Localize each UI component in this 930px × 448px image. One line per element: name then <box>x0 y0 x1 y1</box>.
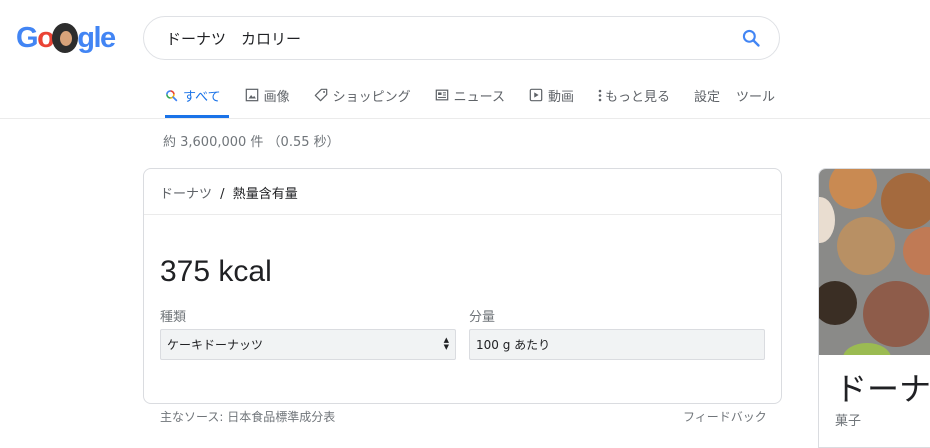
search-box[interactable]: ドーナツ カロリー <box>143 16 780 60</box>
breadcrumb: ドーナツ / 熱量含有量 <box>160 183 298 202</box>
donut-shape <box>837 217 895 275</box>
donut-shape <box>863 281 929 347</box>
donut-photo[interactable] <box>819 169 930 355</box>
search-input[interactable]: ドーナツ カロリー <box>166 28 729 49</box>
tab-label: 画像 <box>263 89 290 105</box>
tab-news[interactable]: ニュース <box>435 80 505 110</box>
search-tabs: すべて 画像 ショッピング ニュース 動画 もっと見る 設定 ツール <box>165 80 791 118</box>
more-vert-icon <box>598 89 602 102</box>
result-stats: 約 3,600,000 件 （0.55 秒） <box>163 135 340 150</box>
knowledge-panel: ドーナツ 菓子 <box>818 168 930 448</box>
breadcrumb-separator: / <box>220 187 225 202</box>
tab-tools[interactable]: ツール <box>736 80 775 110</box>
tab-label: すべて <box>183 89 221 105</box>
search-button[interactable] <box>729 16 773 60</box>
doodle-portrait-icon <box>52 23 79 53</box>
tab-label: ショッピング <box>332 89 411 105</box>
tag-icon <box>314 88 328 102</box>
donut-shape <box>829 169 877 209</box>
donut-shape <box>819 197 835 243</box>
tab-settings[interactable]: 設定 <box>694 80 720 110</box>
card-divider <box>144 214 781 215</box>
logo-letter-o: o <box>37 22 55 54</box>
panel-subtitle: 菓子 <box>835 414 862 429</box>
amount-value: 100 g あたり <box>476 338 551 352</box>
header-divider <box>0 118 930 119</box>
tab-more[interactable]: もっと見る <box>598 80 670 110</box>
logo-letter-g: G <box>16 22 39 54</box>
donut-shape <box>881 173 930 229</box>
tab-label: もっと見る <box>604 89 670 105</box>
tab-label: ニュース <box>453 89 505 105</box>
donut-shape <box>819 281 857 325</box>
type-select[interactable]: ケーキドーナッツ ▲ ▼ <box>160 329 456 360</box>
type-select-value: ケーキドーナッツ <box>167 338 264 352</box>
calorie-value: 375 kcal <box>160 255 272 288</box>
tab-all[interactable]: すべて <box>165 80 229 118</box>
amount-field[interactable]: 100 g あたり <box>469 329 765 360</box>
search-icon <box>165 89 178 102</box>
source-note: 主なソース: 日本食品標準成分表 <box>160 410 336 424</box>
tab-images[interactable]: 画像 <box>245 80 290 110</box>
search-icon <box>742 29 760 47</box>
tab-label: ツール <box>736 89 776 105</box>
panel-title: ドーナツ <box>835 370 930 408</box>
tab-label: 動画 <box>547 89 574 105</box>
google-logo[interactable]: G o gle <box>16 19 116 57</box>
logo-letters-gle: gle <box>77 22 116 54</box>
nutrition-card: ドーナツ / 熱量含有量 375 kcal 種類 ケーキドーナッツ ▲ ▼ 分量 … <box>143 168 782 404</box>
image-icon <box>245 88 259 102</box>
video-icon <box>529 88 543 102</box>
breadcrumb-current: 熱量含有量 <box>232 187 298 202</box>
tab-videos[interactable]: 動画 <box>529 80 574 110</box>
select-arrows-icon: ▲ ▼ <box>443 336 449 351</box>
tab-label: 設定 <box>694 89 721 105</box>
donut-shape <box>903 227 930 275</box>
tab-shopping[interactable]: ショッピング <box>314 80 411 110</box>
type-label: 種類 <box>160 310 187 325</box>
amount-label: 分量 <box>469 310 496 325</box>
breadcrumb-parent[interactable]: ドーナツ <box>160 187 212 202</box>
feedback-link[interactable]: フィードバック <box>683 408 767 425</box>
news-icon <box>435 88 449 102</box>
